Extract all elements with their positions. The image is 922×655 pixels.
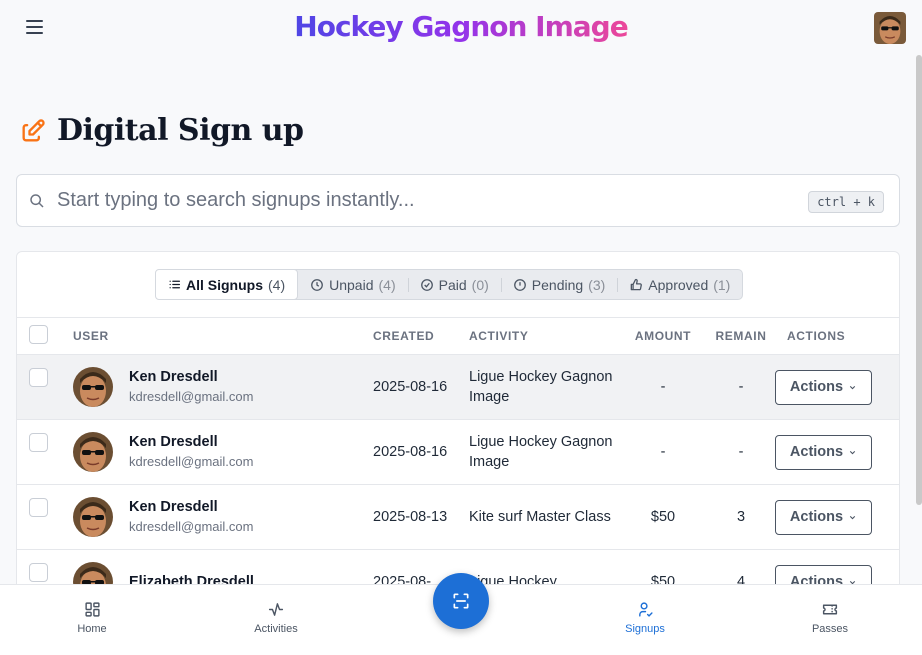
nav-activities[interactable]: Activities [236, 601, 316, 635]
user-email: kdresdell@gmail.com [129, 389, 254, 404]
search-icon [30, 194, 44, 208]
top-bar: Hockey Gagnon Image [0, 0, 922, 58]
col-activity[interactable]: ACTIVITY [469, 317, 619, 355]
user-name: Ken Dresdell [129, 369, 218, 385]
table-row[interactable]: Ken Dresdell kdresdell@gmail.com 2025-08-… [17, 354, 899, 420]
scan-icon [453, 593, 469, 609]
remain-value: 3 [707, 484, 775, 550]
tab-unpaid[interactable]: Unpaid (4) [298, 270, 408, 299]
created-date: 2025-08-16 [373, 419, 469, 485]
row-checkbox[interactable] [29, 368, 48, 387]
tab-pending[interactable]: Pending (3) [500, 270, 618, 299]
ticket-icon [822, 604, 838, 615]
table-row[interactable]: Ken Dresdell kdresdell@gmail.com 2025-08-… [17, 419, 899, 485]
select-all-checkbox[interactable] [29, 325, 48, 344]
signups-table: USER CREATED ACTIVITY AMOUNT REMAIN ACTI… [17, 317, 899, 615]
activity-name: Ligue Hockey Gagnon Image [469, 419, 619, 485]
activity-icon [268, 603, 284, 616]
search-input[interactable] [57, 189, 797, 212]
edit-icon [22, 118, 45, 141]
alert-circle-icon [513, 278, 526, 291]
user-email: kdresdell@gmail.com [129, 519, 254, 534]
clock-icon [311, 278, 324, 291]
chevron-down-icon [849, 385, 856, 389]
scan-button[interactable] [433, 573, 489, 629]
activity-name: Kite surf Master Class [469, 484, 619, 550]
tab-all-signups[interactable]: All Signups (4) [155, 269, 299, 300]
user-check-icon [638, 602, 653, 617]
avatar [73, 432, 113, 472]
amount-value: $50 [619, 484, 707, 550]
page-header: Digital Sign up [19, 113, 304, 148]
col-created[interactable]: CREATED [373, 317, 469, 355]
user-name: Ken Dresdell [129, 434, 218, 450]
remain-value: - [707, 419, 775, 485]
amount-value: - [619, 419, 707, 485]
activity-name: Ligue Hockey Gagnon Image [469, 354, 619, 420]
avatar [73, 497, 113, 537]
list-icon [169, 280, 181, 289]
tab-approved[interactable]: Approved (1) [617, 270, 742, 299]
table-header-row: USER CREATED ACTIVITY AMOUNT REMAIN ACTI… [17, 317, 899, 355]
row-checkbox[interactable] [29, 433, 48, 452]
nav-home[interactable]: Home [52, 601, 132, 635]
keyboard-shortcut: ctrl + k [808, 191, 884, 213]
brand-title[interactable]: Hockey Gagnon Image [0, 10, 922, 43]
actions-button[interactable]: Actions [775, 499, 872, 535]
user-email: kdresdell@gmail.com [129, 454, 254, 469]
created-date: 2025-08-13 [373, 484, 469, 550]
user-name: Ken Dresdell [129, 499, 218, 515]
check-circle-icon [420, 278, 433, 291]
col-user[interactable]: USER [73, 317, 373, 355]
col-amount[interactable]: AMOUNT [619, 317, 707, 355]
actions-button[interactable]: Actions [775, 434, 872, 470]
scrollbar[interactable] [916, 55, 922, 505]
avatar [73, 367, 113, 407]
chevron-down-icon [849, 515, 856, 519]
remain-value: - [707, 354, 775, 420]
chevron-down-icon [849, 450, 856, 454]
table-row[interactable]: Ken Dresdell kdresdell@gmail.com 2025-08-… [17, 484, 899, 550]
nav-passes[interactable]: Passes [790, 601, 870, 635]
amount-value: - [619, 354, 707, 420]
user-avatar[interactable] [874, 12, 906, 44]
grid-icon [84, 602, 100, 617]
page-title: Digital Sign up [57, 113, 304, 148]
row-checkbox[interactable] [29, 498, 48, 517]
col-remain[interactable]: REMAIN [707, 317, 775, 355]
created-date: 2025-08-16 [373, 354, 469, 420]
search-bar: ctrl + k [16, 174, 900, 227]
filter-tabs: All Signups (4) Unpaid (4) Paid (0) Pending… [155, 269, 744, 300]
nav-signups[interactable]: Signups [605, 601, 685, 635]
actions-button[interactable]: Actions [775, 369, 872, 405]
row-checkbox[interactable] [29, 563, 48, 582]
tab-paid[interactable]: Paid (0) [407, 270, 501, 299]
col-actions: ACTIONS [775, 317, 899, 355]
thumbs-up-icon [630, 278, 643, 290]
